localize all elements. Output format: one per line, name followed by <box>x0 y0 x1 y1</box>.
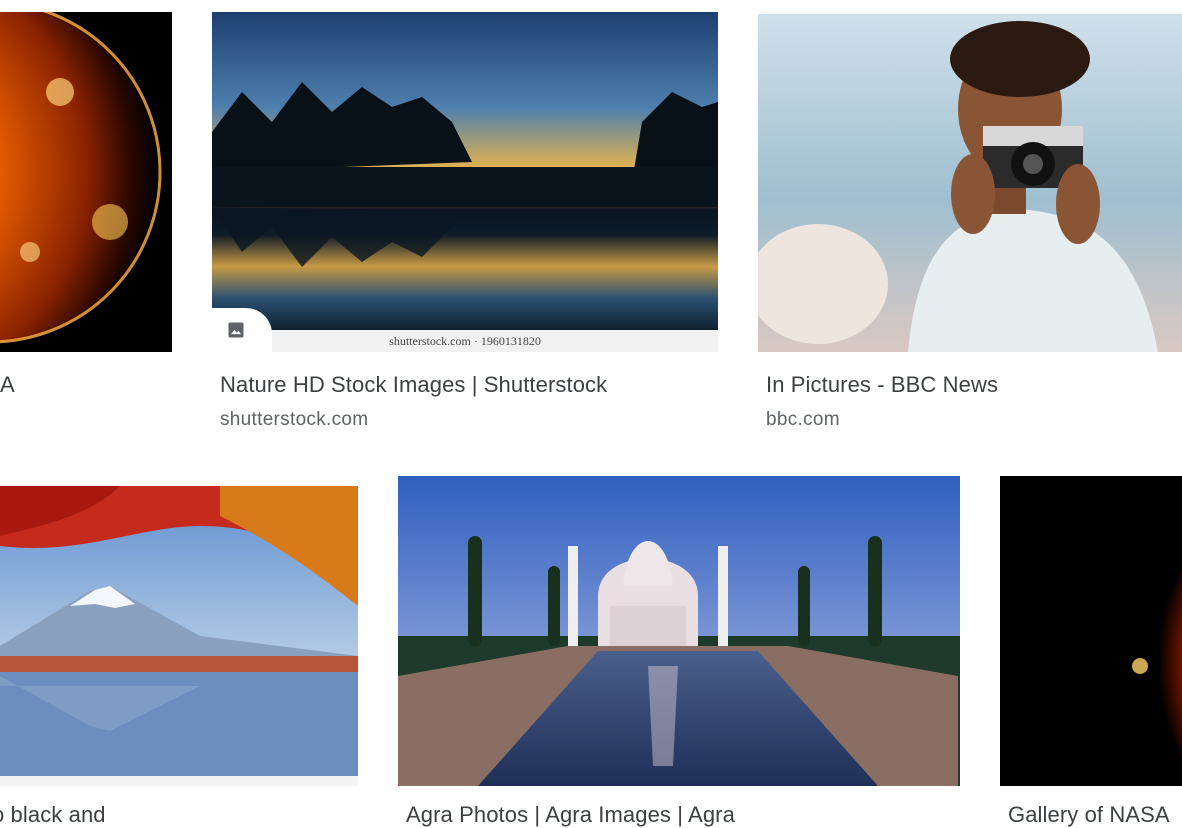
result-thumbnail[interactable] <box>0 486 358 786</box>
photographer-image <box>758 14 1182 352</box>
result-card-sun[interactable]: A <box>0 0 172 420</box>
sun-image <box>1000 476 1182 786</box>
result-title[interactable]: Agra Photos | Agra Images | Agra <box>406 802 735 828</box>
lake-sunset-image <box>212 12 718 352</box>
result-card-bbc[interactable]: In Pictures - BBC News bbc.com <box>758 0 1182 440</box>
result-card-agra[interactable]: Agra Photos | Agra Images | Agra <box>398 476 960 827</box>
result-title[interactable]: A <box>0 372 15 398</box>
result-source[interactable]: shutterstock.com <box>220 409 368 431</box>
result-card-nature[interactable]: shutterstock.com · 1960131820 Nature HD … <box>212 0 718 440</box>
result-card-fuji[interactable]: o black and <box>0 476 358 827</box>
result-title[interactable]: In Pictures - BBC News <box>766 372 998 398</box>
result-card-sun-2[interactable]: Gallery of NASA <box>1000 476 1182 827</box>
result-thumbnail[interactable]: shutterstock.com · 1960131820 <box>212 12 718 352</box>
result-title[interactable]: Nature HD Stock Images | Shutterstock <box>220 372 607 398</box>
sun-image <box>0 12 172 352</box>
image-icon <box>228 322 244 338</box>
result-title[interactable]: o black and <box>0 802 106 828</box>
result-thumbnail[interactable] <box>0 12 172 352</box>
result-thumbnail[interactable] <box>398 476 960 786</box>
result-thumbnail[interactable] <box>1000 476 1182 786</box>
result-source[interactable]: bbc.com <box>766 409 840 431</box>
taj-mahal-image <box>398 476 960 786</box>
image-badge <box>212 308 272 352</box>
watermark: shutterstock.com · 1960131820 <box>212 330 718 352</box>
result-thumbnail[interactable] <box>758 14 1182 352</box>
result-title[interactable]: Gallery of NASA <box>1008 802 1170 828</box>
mount-fuji-image <box>0 486 358 786</box>
